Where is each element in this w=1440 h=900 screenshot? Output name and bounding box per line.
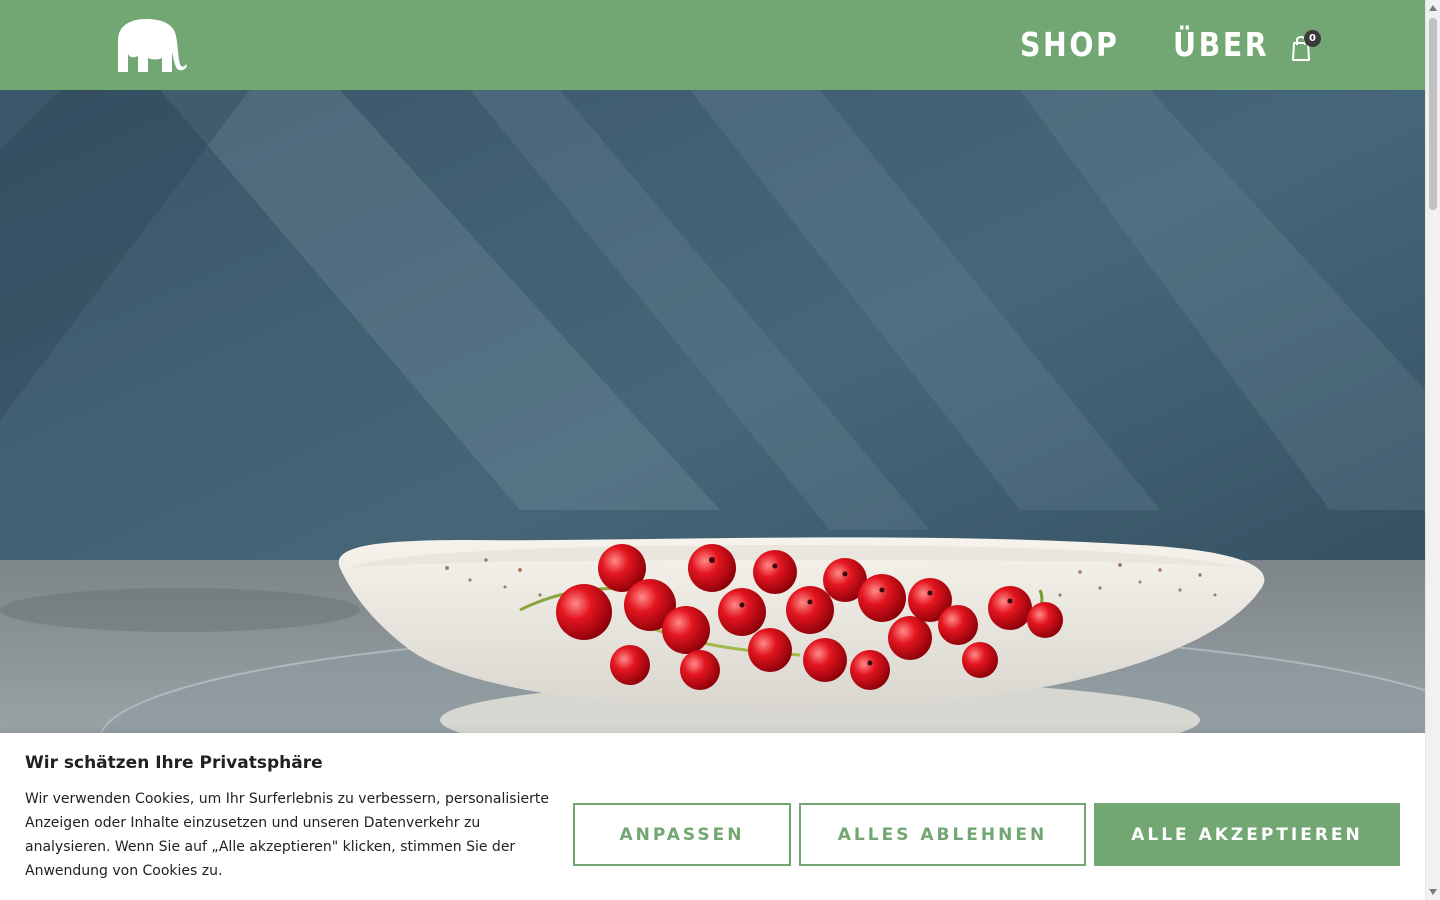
page-viewport: SHOP ÜBER 0 Wir schätzen Ihre Privatsphä… bbox=[0, 0, 1425, 900]
hero-image bbox=[0, 90, 1425, 733]
elephant-logo-icon[interactable] bbox=[112, 18, 188, 72]
cookie-banner-title: Wir schätzen Ihre Privatsphäre bbox=[25, 753, 323, 773]
cookie-banner-text: Wir verwenden Cookies, um Ihr Surferlebn… bbox=[25, 791, 549, 879]
cookie-banner: Wir schätzen Ihre Privatsphäre Wir verwe… bbox=[0, 733, 1425, 900]
scroll-up-arrow-icon[interactable] bbox=[1429, 5, 1437, 11]
nav-about-link[interactable]: ÜBER bbox=[1173, 24, 1269, 66]
customize-button[interactable]: ANPASSEN bbox=[573, 803, 791, 866]
cart-button[interactable]: 0 bbox=[1287, 30, 1321, 64]
cart-count-badge: 0 bbox=[1304, 30, 1321, 47]
scroll-down-arrow-icon[interactable] bbox=[1429, 889, 1437, 895]
page-scrollbar[interactable] bbox=[1425, 0, 1440, 900]
scroll-thumb[interactable] bbox=[1429, 18, 1437, 210]
reject-all-button[interactable]: ALLES ABLEHNEN bbox=[799, 803, 1086, 866]
nav-shop-link[interactable]: SHOP bbox=[1020, 24, 1119, 66]
site-header: SHOP ÜBER 0 bbox=[0, 0, 1425, 90]
accept-all-button[interactable]: ALLE AKZEPTIEREN bbox=[1094, 803, 1400, 866]
